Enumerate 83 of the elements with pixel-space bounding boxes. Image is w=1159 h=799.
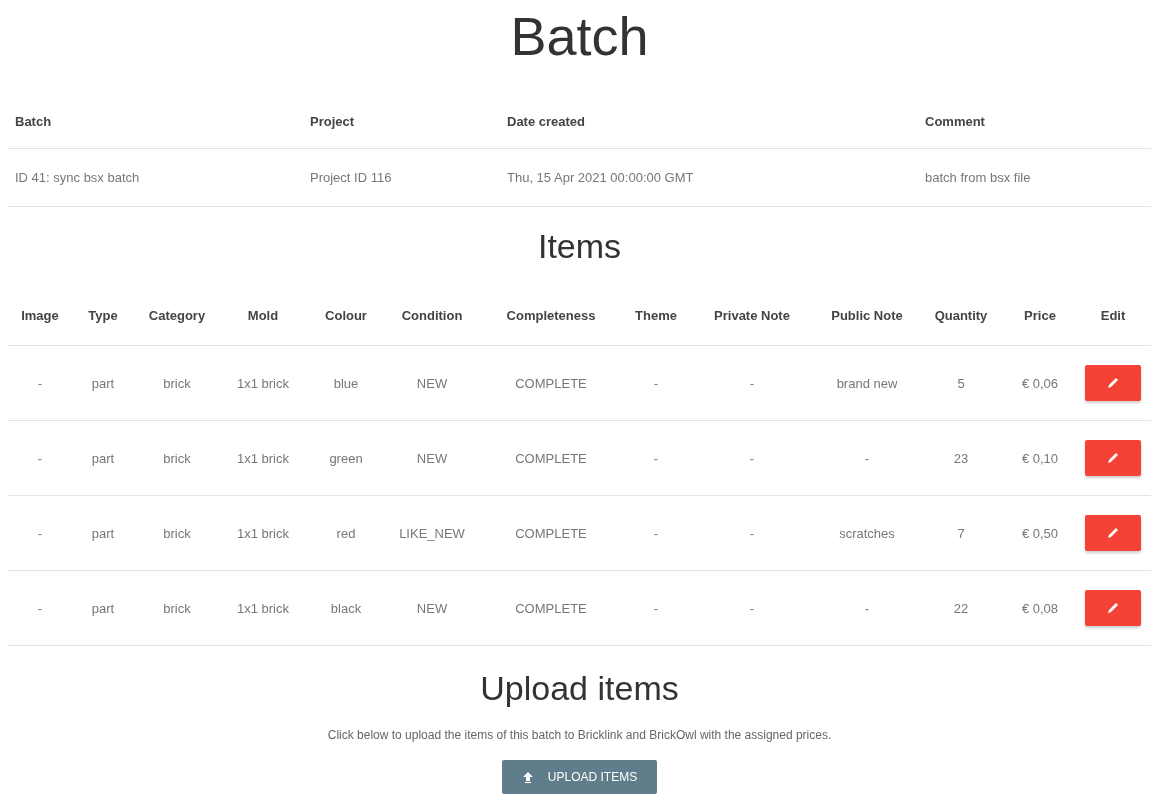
- table-cell-text: ID 41: sync bsx batch: [14, 170, 140, 185]
- edit-button[interactable]: [1085, 365, 1141, 401]
- column-header: Category: [148, 307, 206, 323]
- table-cell: -: [653, 525, 659, 541]
- table-cell: brand new: [836, 375, 898, 391]
- column-header: Comment: [924, 114, 985, 129]
- upload-icon: [521, 771, 534, 783]
- table-cell: scratches: [839, 525, 895, 541]
- pencil-icon: [1106, 451, 1120, 465]
- table-cell: € 0,50: [1021, 525, 1059, 541]
- edit-button[interactable]: [1085, 590, 1141, 626]
- table-cell: COMPLETE: [515, 525, 587, 541]
- column-header: Quantity: [934, 307, 988, 323]
- table-cell: part: [91, 600, 115, 616]
- table-cell: -: [37, 450, 43, 466]
- table-cell: NEW: [416, 375, 448, 391]
- table-cell: part: [91, 375, 115, 391]
- table-cell-text: batch from bsx file: [924, 170, 1031, 185]
- table-cell: -: [749, 525, 755, 541]
- table-cell: brick: [163, 525, 191, 541]
- table-cell: brick: [163, 450, 191, 466]
- column-header: Theme: [635, 307, 677, 323]
- table-cell: -: [653, 375, 659, 391]
- page-title: Batch: [509, 5, 650, 68]
- table-cell: -: [864, 600, 870, 616]
- table-cell: -: [653, 600, 659, 616]
- table-cell: € 0,06: [1021, 375, 1059, 391]
- table-cell: -: [653, 450, 659, 466]
- upload-description: Click below to upload the items of this batch to Bricklink and BrickOwl with the assigned prices.: [326, 728, 833, 742]
- column-header: Private Note: [714, 307, 790, 323]
- table-cell: -: [749, 375, 755, 391]
- table-cell: -: [37, 600, 43, 616]
- table-cell: 22: [953, 600, 969, 616]
- column-header: Date created: [506, 114, 586, 129]
- table-cell: blue: [333, 375, 359, 391]
- column-header: Completeness: [506, 307, 596, 323]
- edit-button[interactable]: [1085, 440, 1141, 476]
- table-cell-text: Project ID 116: [309, 170, 392, 185]
- edit-button[interactable]: [1085, 515, 1141, 551]
- table-cell: LIKE_NEW: [399, 525, 465, 541]
- table-cell: 1x1 brick: [237, 450, 289, 466]
- column-header: Project: [309, 114, 355, 129]
- table-cell: brick: [163, 375, 191, 391]
- column-header: Mold: [247, 307, 279, 323]
- table-cell: 1x1 brick: [237, 375, 289, 391]
- table-cell: € 0,08: [1021, 600, 1059, 616]
- pencil-icon: [1106, 376, 1120, 390]
- column-header: Condition: [401, 307, 463, 323]
- column-header: Type: [88, 307, 118, 323]
- table-cell: -: [749, 450, 755, 466]
- column-header: Batch: [14, 114, 52, 129]
- table-cell-text: Thu, 15 Apr 2021 00:00:00 GMT: [506, 170, 694, 185]
- table-cell: -: [749, 600, 755, 616]
- column-header: Image: [21, 307, 59, 323]
- table-cell: COMPLETE: [515, 375, 587, 391]
- upload-button[interactable]: UPLOAD ITEMS: [501, 760, 658, 794]
- pencil-icon: [1106, 601, 1120, 615]
- pencil-icon: [1106, 526, 1120, 540]
- table-cell: 23: [953, 450, 969, 466]
- table-cell: black: [330, 600, 362, 616]
- table-cell: part: [91, 450, 115, 466]
- column-header: Edit: [1100, 307, 1126, 323]
- table-cell: -: [37, 375, 43, 391]
- table-cell: COMPLETE: [515, 450, 587, 466]
- table-cell: -: [864, 450, 870, 466]
- section-heading: Upload items: [479, 668, 680, 709]
- table-cell: COMPLETE: [515, 600, 587, 616]
- column-header: Public Note: [831, 307, 903, 323]
- table-cell: 7: [957, 525, 965, 541]
- table-cell: green: [329, 450, 363, 466]
- section-heading: Items: [536, 226, 623, 267]
- table-cell: red: [336, 525, 356, 541]
- column-header: Colour: [325, 307, 367, 323]
- table-cell: 1x1 brick: [237, 600, 289, 616]
- column-header: Price: [1024, 307, 1056, 323]
- table-cell: brick: [163, 600, 191, 616]
- table-cell: NEW: [416, 600, 448, 616]
- table-cell: 5: [957, 375, 965, 391]
- table-cell: 1x1 brick: [237, 525, 289, 541]
- table-cell: part: [91, 525, 115, 541]
- table-cell: NEW: [416, 450, 448, 466]
- table-cell: € 0,10: [1021, 450, 1059, 466]
- table-cell: -: [37, 525, 43, 541]
